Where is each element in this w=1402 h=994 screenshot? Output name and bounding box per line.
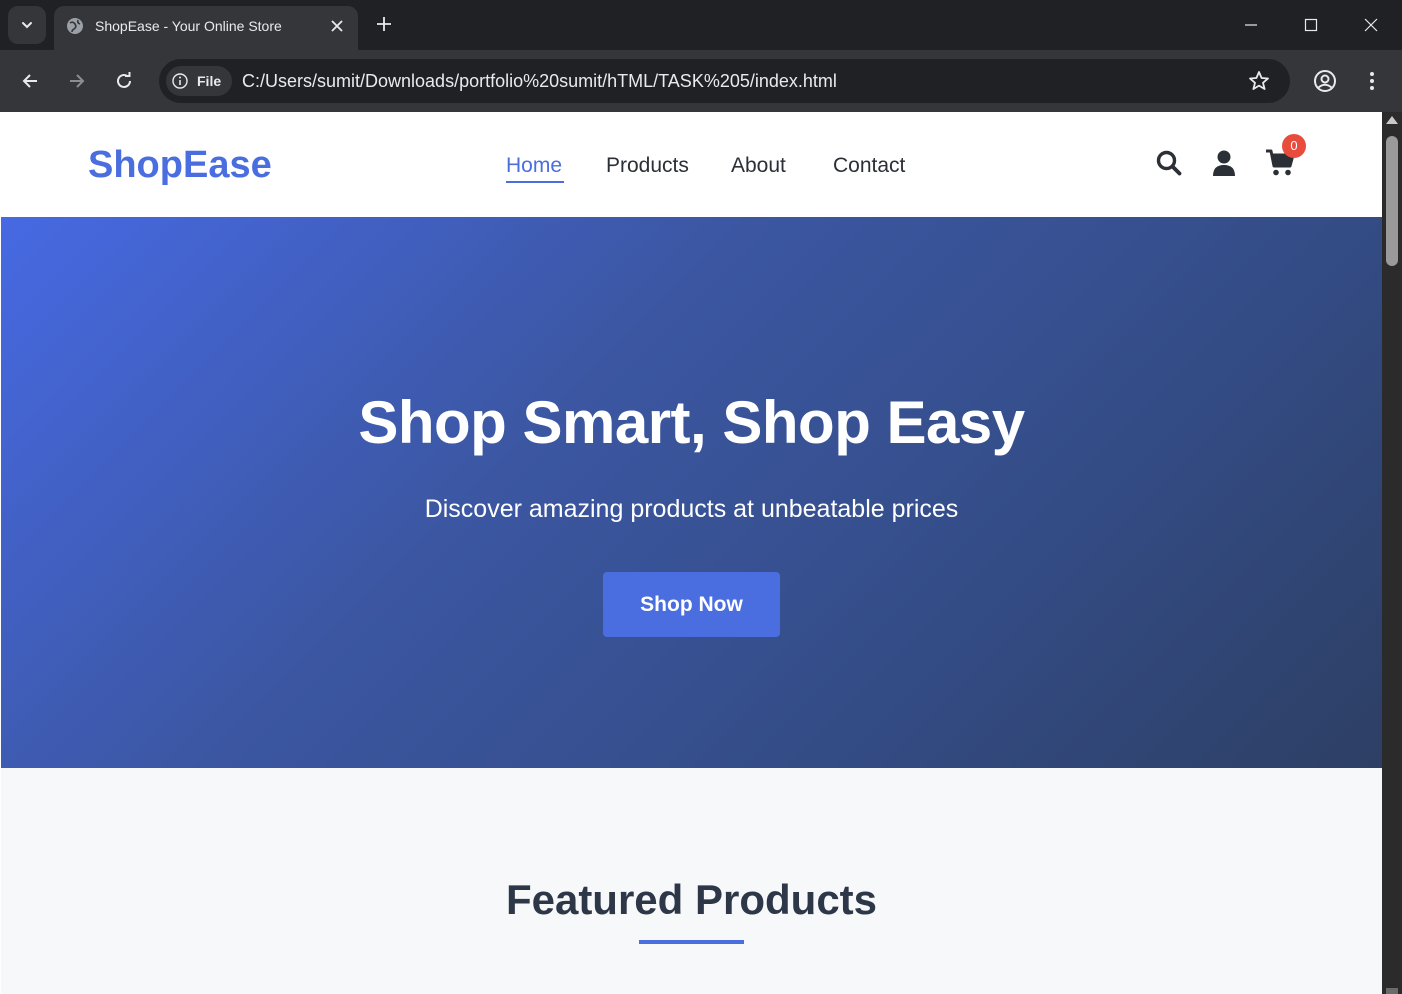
tab-search-button[interactable] xyxy=(8,6,46,44)
featured-products-section: Featured Products xyxy=(1,768,1382,994)
hero-subtitle: Discover amazing products at unbeatable … xyxy=(424,495,959,523)
info-icon xyxy=(172,73,188,89)
site-info-chip[interactable]: File xyxy=(166,66,232,96)
account-button[interactable] xyxy=(1209,148,1239,178)
hero-title: Shop Smart, Shop Easy xyxy=(358,389,1025,456)
reload-icon xyxy=(117,72,131,88)
active-nav-indicator xyxy=(506,181,564,183)
hero-section: Shop Smart, Shop Easy Discover amazing p… xyxy=(1,217,1382,768)
minimize-button[interactable] xyxy=(1236,10,1266,40)
site-header: ShopEase Home Products About Contact 0 xyxy=(1,112,1382,217)
shop-now-button[interactable]: Shop Now xyxy=(603,572,780,637)
url-text[interactable]: C:/Users/sumit/Downloads/portfolio%20sum… xyxy=(242,70,837,92)
scroll-up-arrow[interactable] xyxy=(1386,116,1398,124)
chevron-down-icon xyxy=(22,22,32,29)
cart-count-badge: 0 xyxy=(1282,134,1306,158)
maximize-icon xyxy=(1304,18,1318,32)
nav-about[interactable]: About xyxy=(731,152,786,180)
nav-home[interactable]: Home xyxy=(506,152,562,180)
scroll-down-arrow[interactable] xyxy=(1386,988,1398,994)
site-logo[interactable]: ShopEase xyxy=(88,142,272,188)
close-window-button[interactable] xyxy=(1356,10,1386,40)
tab-title: ShopEase - Your Online Store xyxy=(95,18,282,34)
title-underline xyxy=(639,940,744,944)
browser-tab[interactable]: ShopEase - Your Online Store xyxy=(54,6,358,50)
browser-menu-button[interactable] xyxy=(1357,66,1387,96)
new-tab-button[interactable] xyxy=(370,10,398,38)
globe-icon xyxy=(67,18,83,34)
search-button[interactable] xyxy=(1154,148,1184,178)
nav-products[interactable]: Products xyxy=(606,152,689,180)
section-title: Featured Products xyxy=(505,876,878,923)
chip-label: File xyxy=(197,73,222,89)
plus-icon xyxy=(377,17,391,31)
page-viewport: ShopEase Home Products About Contact 0 S… xyxy=(1,112,1382,994)
search-icon xyxy=(1156,150,1182,176)
forward-button[interactable] xyxy=(62,66,92,96)
browser-tab-bar: ShopEase - Your Online Store xyxy=(0,0,1402,50)
user-icon xyxy=(1213,150,1235,176)
minimize-icon xyxy=(1245,24,1257,26)
star-icon[interactable] xyxy=(1247,69,1271,93)
back-button[interactable] xyxy=(15,66,45,96)
tab-close-button[interactable] xyxy=(326,15,348,37)
browser-toolbar: File C:/Users/sumit/Downloads/portfolio%… xyxy=(0,50,1402,112)
close-icon xyxy=(331,20,343,32)
profile-button[interactable] xyxy=(1310,66,1340,96)
arrow-right-icon xyxy=(70,74,85,88)
address-bar[interactable]: File C:/Users/sumit/Downloads/portfolio%… xyxy=(159,59,1290,103)
scroll-thumb[interactable] xyxy=(1386,136,1398,266)
arrow-left-icon xyxy=(22,74,37,88)
account-circle-icon xyxy=(1314,70,1336,92)
close-icon xyxy=(1364,18,1378,32)
nav-contact[interactable]: Contact xyxy=(833,152,905,180)
reload-button[interactable] xyxy=(109,66,139,96)
more-vert-icon xyxy=(1370,72,1374,90)
maximize-button[interactable] xyxy=(1296,10,1326,40)
